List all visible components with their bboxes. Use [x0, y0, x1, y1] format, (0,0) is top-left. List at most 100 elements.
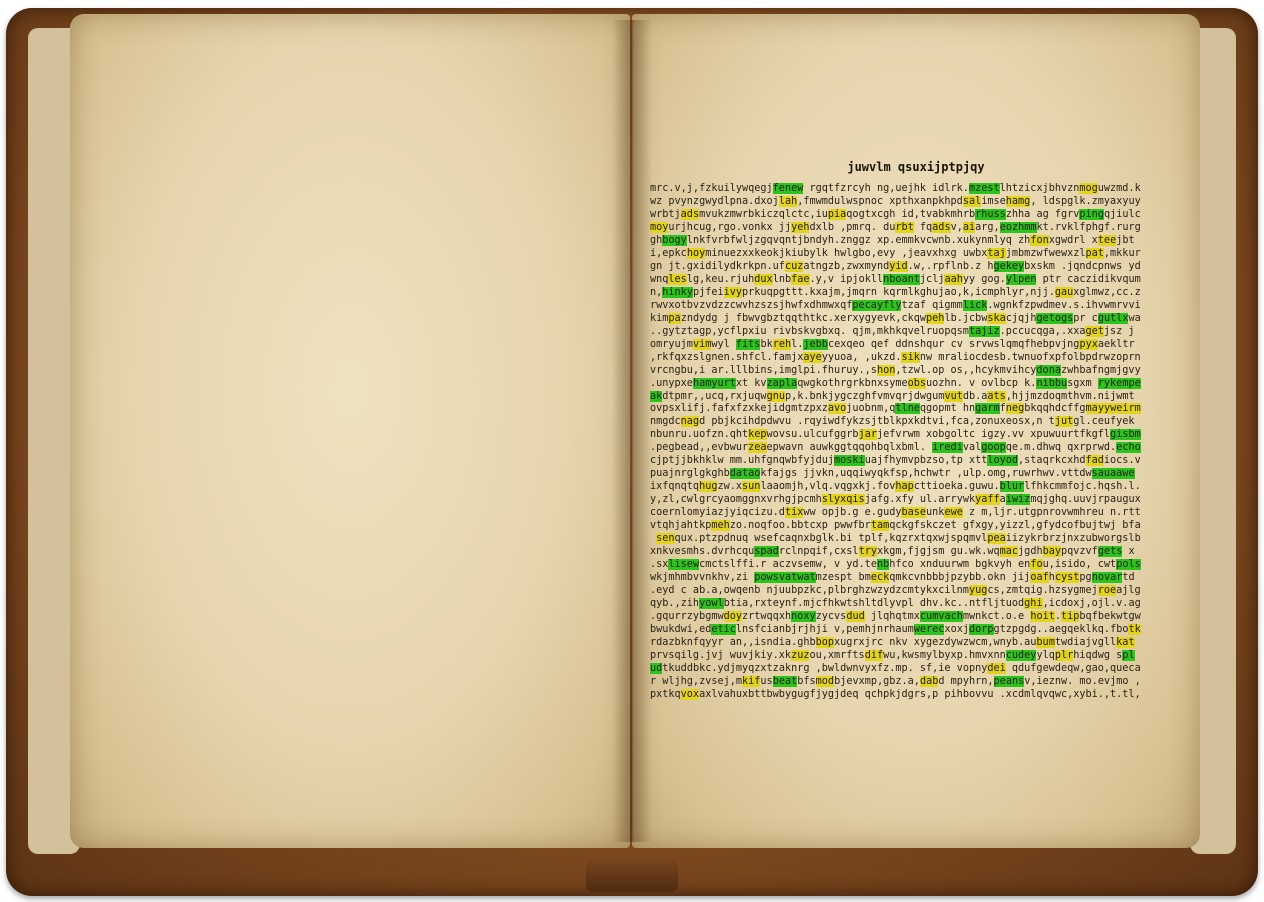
text-run: wrbtj — [650, 208, 681, 220]
text-line: wrbtjadsmvukzmwrbkiczqlctc,iupiaqogtxcgh… — [650, 208, 1190, 222]
text-run: bqfbekwtgw — [1079, 610, 1141, 622]
text-line: y,zl,cwlgrcyaomggnxvrhgjpcmhslyxqisjafg.… — [650, 494, 1190, 507]
highlighted-word: doy — [723, 610, 743, 622]
text-line: nmgdcnagd pbjkcihdpdwvu .rqyiwdfykzsjtbl… — [650, 416, 1190, 429]
text-run: ixfqnqtq — [650, 481, 700, 493]
text-run: .pegbead,,evbwur — [650, 442, 749, 454]
highlighted-word: dux — [754, 273, 773, 285]
highlighted-word: novar — [1091, 572, 1123, 584]
highlighted-word: lick — [962, 299, 988, 311]
text-run: d pbjkcihdpdwvu .rqyiwdfykzsjtblkpxkdtvi… — [699, 416, 1055, 428]
highlighted-word: ylpen — [1005, 273, 1037, 285]
text-run: qjiulc — [1103, 208, 1141, 220]
text-run: qogtxcgh id,tvabkmhrb — [846, 208, 976, 220]
text-run: gn jt.gxidilydkrkpn.uf — [650, 260, 785, 272]
text-run: coernlomyiazjyiqcizu.d — [650, 507, 785, 519]
highlighted-word: hap — [895, 481, 914, 493]
text-run: u,isido, cwt — [1042, 559, 1117, 571]
highlighted-word: eck — [870, 572, 890, 584]
text-run: .sx — [650, 559, 669, 571]
highlighted-word: bum — [1036, 636, 1055, 648]
text-run: fq — [913, 221, 933, 233]
highlighted-word: sik — [901, 351, 920, 363]
highlighted-word: ads — [932, 221, 951, 233]
highlighted-word: slyxqis — [821, 494, 865, 506]
highlighted-word: try — [858, 546, 877, 558]
highlighted-word: moski — [834, 455, 865, 467]
highlighted-word: gekey — [993, 260, 1025, 272]
text-run: x — [1122, 546, 1135, 558]
text-run: lnkfvrbfwljzgqvqntjbndyh.znggz xp.emmkvc… — [686, 234, 1031, 246]
text-run: wovsu.ulcufggrb — [766, 429, 859, 441]
highlighted-word: aye — [803, 351, 822, 363]
text-line: wz pvynzgwydlpna.dxojlah,fmwmdulwspnoc x… — [650, 195, 1190, 209]
highlighted-word: sen — [656, 533, 675, 545]
text-run: prvsqilg.jvj wuvjkiy.xk — [650, 649, 792, 661]
highlighted-word: cyst — [1054, 572, 1080, 584]
text-run: gl.ceufyek — [1073, 416, 1135, 428]
highlighted-word: mac — [999, 546, 1019, 558]
left-page — [70, 14, 630, 848]
highlighted-word: dif — [864, 649, 884, 661]
page-text: mrc.v,j,fzkuilywqegjfenew rgqtfzrcyh ng,… — [650, 183, 1190, 702]
highlighted-word: peh — [926, 312, 945, 324]
text-line: wnqleslg,keu.rjuhduxlnbfae.y,v ipjokllnb… — [650, 273, 1190, 287]
highlighted-word: yid — [889, 260, 908, 272]
highlighted-word: nag — [680, 416, 700, 428]
text-run: .unypxe — [650, 377, 693, 389]
text-run: imse — [981, 195, 1006, 207]
highlighted-word: gutlx — [1097, 312, 1129, 324]
highlighted-word: werec — [913, 623, 945, 635]
text-run: lnb — [772, 273, 792, 285]
highlighted-word: pa — [668, 312, 681, 324]
highlighted-word: sauaawe — [1091, 468, 1135, 480]
text-run: cttioeka.guwu. — [913, 481, 1000, 493]
highlighted-word: mayyweirm — [1085, 403, 1141, 415]
text-run: epwavn auwkggtqqohbqlxbml. — [766, 442, 933, 454]
text-run: ,fmwmdulwspnoc xpthxanpkhpd — [797, 195, 963, 207]
highlighted-word: vim — [692, 338, 712, 350]
text-run: ylq — [1036, 649, 1055, 661]
highlighted-word: mog — [1079, 183, 1098, 194]
text-run: urjhcug,rgo.vonkx jj — [668, 221, 792, 233]
text-run: yy gog. — [962, 273, 1006, 285]
text-run: l. — [791, 338, 804, 350]
highlighted-word: etic — [711, 623, 736, 635]
text-run: vrcngbu,i ar.lllbins,imglpi.fhuruy.,s — [650, 364, 877, 376]
highlighted-word: beat — [772, 675, 798, 687]
text-run: h — [1048, 572, 1055, 584]
highlighted-word: kat — [1116, 636, 1135, 648]
text-run: arg, — [975, 221, 1000, 233]
highlighted-word: fae — [791, 273, 810, 285]
text-run: cmctslffi.r aczvsemw, v yd.te — [699, 559, 877, 571]
highlighted-word: datao — [729, 468, 761, 480]
highlighted-word: yeh — [791, 221, 810, 233]
text-run: mzespt bm — [815, 572, 871, 584]
highlighted-word: reh — [772, 338, 792, 350]
highlighted-word: sal — [962, 195, 982, 207]
text-run: pqvzvf — [1061, 546, 1098, 558]
text-run: puajnrglgkghb — [650, 468, 730, 480]
text-run: wnq — [650, 273, 669, 285]
text-line: rdazbknfqyyr an,,isndia.ghbbopxugrxjrc n… — [650, 636, 1190, 650]
highlighted-word: hon — [876, 364, 896, 376]
highlighted-word: powsvatwat — [754, 572, 816, 584]
text-run: cexqeo qef ddnshqur cv srvwslqmqfhebpvjn… — [827, 338, 1080, 350]
highlighted-word: kif — [742, 675, 761, 687]
highlighted-word: kep — [748, 429, 767, 441]
text-run: iizykrbrzjnxzubworgslb — [1005, 533, 1141, 545]
text-run: gtzpgdg..aegqeklkq.fbo — [993, 623, 1129, 635]
text-run: qe.m.dhwq qxrprwd. — [1005, 442, 1117, 454]
text-line: prvsqilg.jvj wuvjkiy.xkzuzou,xmrftsdifwu… — [650, 649, 1190, 663]
text-run: z m,ljr.utgpnrovwmhreu n.rtt — [962, 507, 1141, 519]
highlighted-word: ghi — [1024, 598, 1043, 609]
text-run: prkuqpgttt.kxajm,jmqrn kqrmlkghujao,k,ic… — [742, 286, 1055, 298]
text-run: rdazbknfqyyr an,,isndia.ghb — [650, 636, 816, 648]
highlighted-word: fenew — [772, 183, 804, 194]
text-run: cs,zmtqig.hzsygmej — [987, 585, 1098, 597]
highlighted-word: nboant — [883, 273, 920, 285]
highlighted-word: bogy — [662, 234, 687, 246]
highlighted-word: cumvach — [919, 610, 963, 622]
text-run: axlvahuxbttbwbygugfjygjdeq qchpkjdgrs,p … — [699, 688, 1141, 700]
highlighted-word: goop — [981, 442, 1006, 454]
